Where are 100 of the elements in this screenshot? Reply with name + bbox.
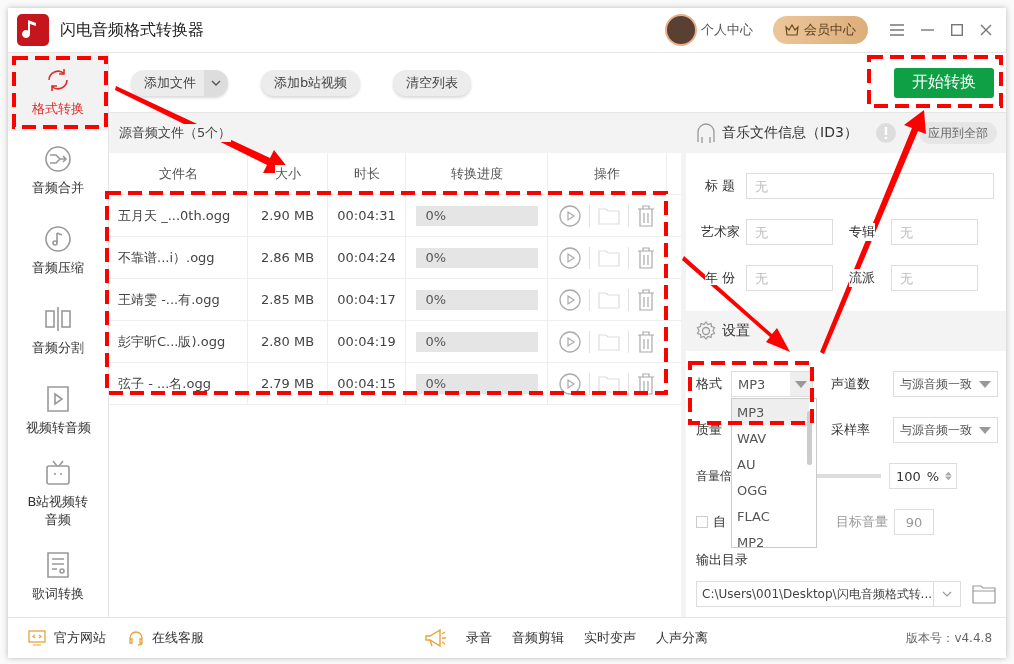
id3-section-title: 音乐文件信息（ID3）: [722, 124, 858, 142]
caret-icon: [979, 380, 991, 388]
checkbox-label: 自: [713, 513, 726, 531]
format-select[interactable]: MP3: [731, 371, 813, 397]
column-header: 大小: [274, 164, 301, 183]
info-icon[interactable]: [875, 123, 896, 143]
progress-text: 0%: [425, 250, 447, 265]
play-icon[interactable]: [559, 204, 581, 227]
trash-icon[interactable]: [637, 288, 655, 311]
progress-text: 0%: [425, 292, 447, 307]
app-logo-icon: [17, 14, 49, 46]
progress-text: 0%: [425, 376, 447, 391]
table-cell: 2.86 MB: [248, 237, 328, 278]
add-file-button[interactable]: 添加文件: [131, 69, 228, 96]
dropdown-option[interactable]: OGG: [732, 477, 809, 503]
headset-icon: [128, 630, 144, 646]
sidebar-item[interactable]: 音频分割: [8, 291, 108, 371]
trash-icon[interactable]: [637, 330, 655, 353]
merge-icon: [44, 144, 72, 173]
avatar-icon[interactable]: [665, 14, 697, 46]
table-cell: 不靠谱...i）.ogg: [109, 237, 248, 278]
user-center-link[interactable]: 个人中心: [701, 21, 753, 39]
footer-tool-link[interactable]: 实时变声: [584, 629, 637, 647]
scrollbar[interactable]: [807, 411, 812, 465]
table-cell: 2.90 MB: [248, 195, 328, 236]
menu-icon[interactable]: [890, 24, 904, 36]
maximize-icon[interactable]: [951, 24, 963, 36]
settings-section-title: 设置: [722, 322, 750, 340]
text-field[interactable]: 无: [891, 219, 978, 245]
field-label: 声道数: [831, 375, 871, 393]
version-label: 版本号：v4.4.8: [906, 629, 992, 647]
sidebar-item[interactable]: 视频转音频: [8, 371, 108, 451]
add-bilibili-video-button[interactable]: 添加b站视频: [261, 69, 361, 96]
channels-select[interactable]: 与源音频一致: [893, 371, 998, 397]
table-cell: 2.85 MB: [248, 279, 328, 320]
field-label: 标 题: [704, 178, 736, 193]
field-label: 音量倍: [696, 467, 733, 485]
dropdown-option[interactable]: MP2: [732, 529, 809, 547]
caret-icon: [795, 380, 807, 388]
sidebar-item[interactable]: 歌词转换: [8, 537, 108, 617]
text-field[interactable]: 无: [746, 173, 994, 199]
dropdown-option[interactable]: WAV: [732, 425, 809, 451]
trash-icon[interactable]: [637, 204, 655, 227]
caret-icon: [979, 426, 991, 434]
chevron-down-icon: [211, 79, 221, 86]
settings-icon[interactable]: [696, 321, 716, 341]
checkbox[interactable]: [696, 516, 708, 528]
field-label: 流派: [849, 269, 875, 287]
table-cell: 彭宇昕C...版).ogg: [109, 321, 248, 362]
footer-tool-link[interactable]: 人声分离: [656, 629, 709, 647]
play-icon[interactable]: [559, 372, 581, 395]
footer-link[interactable]: 官方网站: [54, 629, 106, 647]
chevron-down-icon: [942, 591, 952, 597]
column-header: 文件名: [158, 164, 198, 183]
column-header: 转换进度: [450, 164, 503, 183]
footer-link[interactable]: 在线客服: [152, 629, 204, 647]
sidebar-item[interactable]: B站视频转音频: [8, 451, 108, 537]
lyrics-file-icon: [44, 550, 72, 579]
field-label: 艺术家: [700, 224, 740, 239]
field-label: 采样率: [831, 421, 871, 439]
progress-text: 0%: [425, 208, 447, 223]
music-note-icon: [44, 224, 72, 253]
trash-icon[interactable]: [637, 246, 655, 269]
volume-spinbox[interactable]: 100 %: [889, 463, 957, 489]
play-icon[interactable]: [559, 288, 581, 311]
table-cell: 五月天 _...0th.ogg: [109, 195, 248, 236]
folder-icon[interactable]: [972, 584, 996, 604]
footer-tool-link[interactable]: 录音: [466, 629, 493, 647]
crown-icon: [785, 24, 799, 36]
close-icon[interactable]: [980, 24, 992, 36]
table-cell: 弦子 - ...名.ogg: [109, 363, 248, 404]
split-icon: [44, 304, 72, 333]
output-folder-select[interactable]: C:\Users\001\Desktop\闪电音频格式转...: [696, 581, 961, 607]
sample-rate-select[interactable]: 与源音频一致: [893, 417, 998, 443]
play-icon[interactable]: [559, 330, 581, 353]
dropdown-option[interactable]: AU: [732, 451, 809, 477]
field-label: 目标音量: [836, 513, 888, 531]
video-file-icon: [44, 384, 72, 413]
trash-icon[interactable]: [637, 372, 655, 395]
text-field[interactable]: 无: [746, 265, 833, 291]
apply-to-all-button[interactable]: 应用到全部: [919, 122, 997, 144]
monitor-icon: [28, 630, 46, 646]
text-field[interactable]: 无: [891, 265, 978, 291]
column-header: 操作: [594, 164, 620, 183]
table-cell: 00:04:31: [328, 195, 406, 236]
dropdown-option[interactable]: FLAC: [732, 503, 809, 529]
text-field[interactable]: 无: [746, 219, 833, 245]
tv-icon: [44, 458, 72, 487]
play-icon[interactable]: [559, 246, 581, 269]
window-title: 闪电音频格式转换器: [60, 19, 204, 41]
vip-center-button[interactable]: 会员中心: [773, 16, 868, 44]
sidebar-item[interactable]: 音频压缩: [8, 211, 108, 291]
column-header: 时长: [353, 164, 380, 183]
field-label: 输出目录: [696, 551, 749, 569]
table-cell: 2.79 MB: [248, 363, 328, 404]
sidebar-item[interactable]: 音频合并: [8, 131, 108, 211]
clear-list-button[interactable]: 清空列表: [393, 69, 472, 96]
footer-tool-link[interactable]: 音频剪辑: [512, 629, 565, 647]
table-cell: 王靖雯 -...有.ogg: [109, 279, 248, 320]
progress-text: 0%: [425, 334, 447, 349]
